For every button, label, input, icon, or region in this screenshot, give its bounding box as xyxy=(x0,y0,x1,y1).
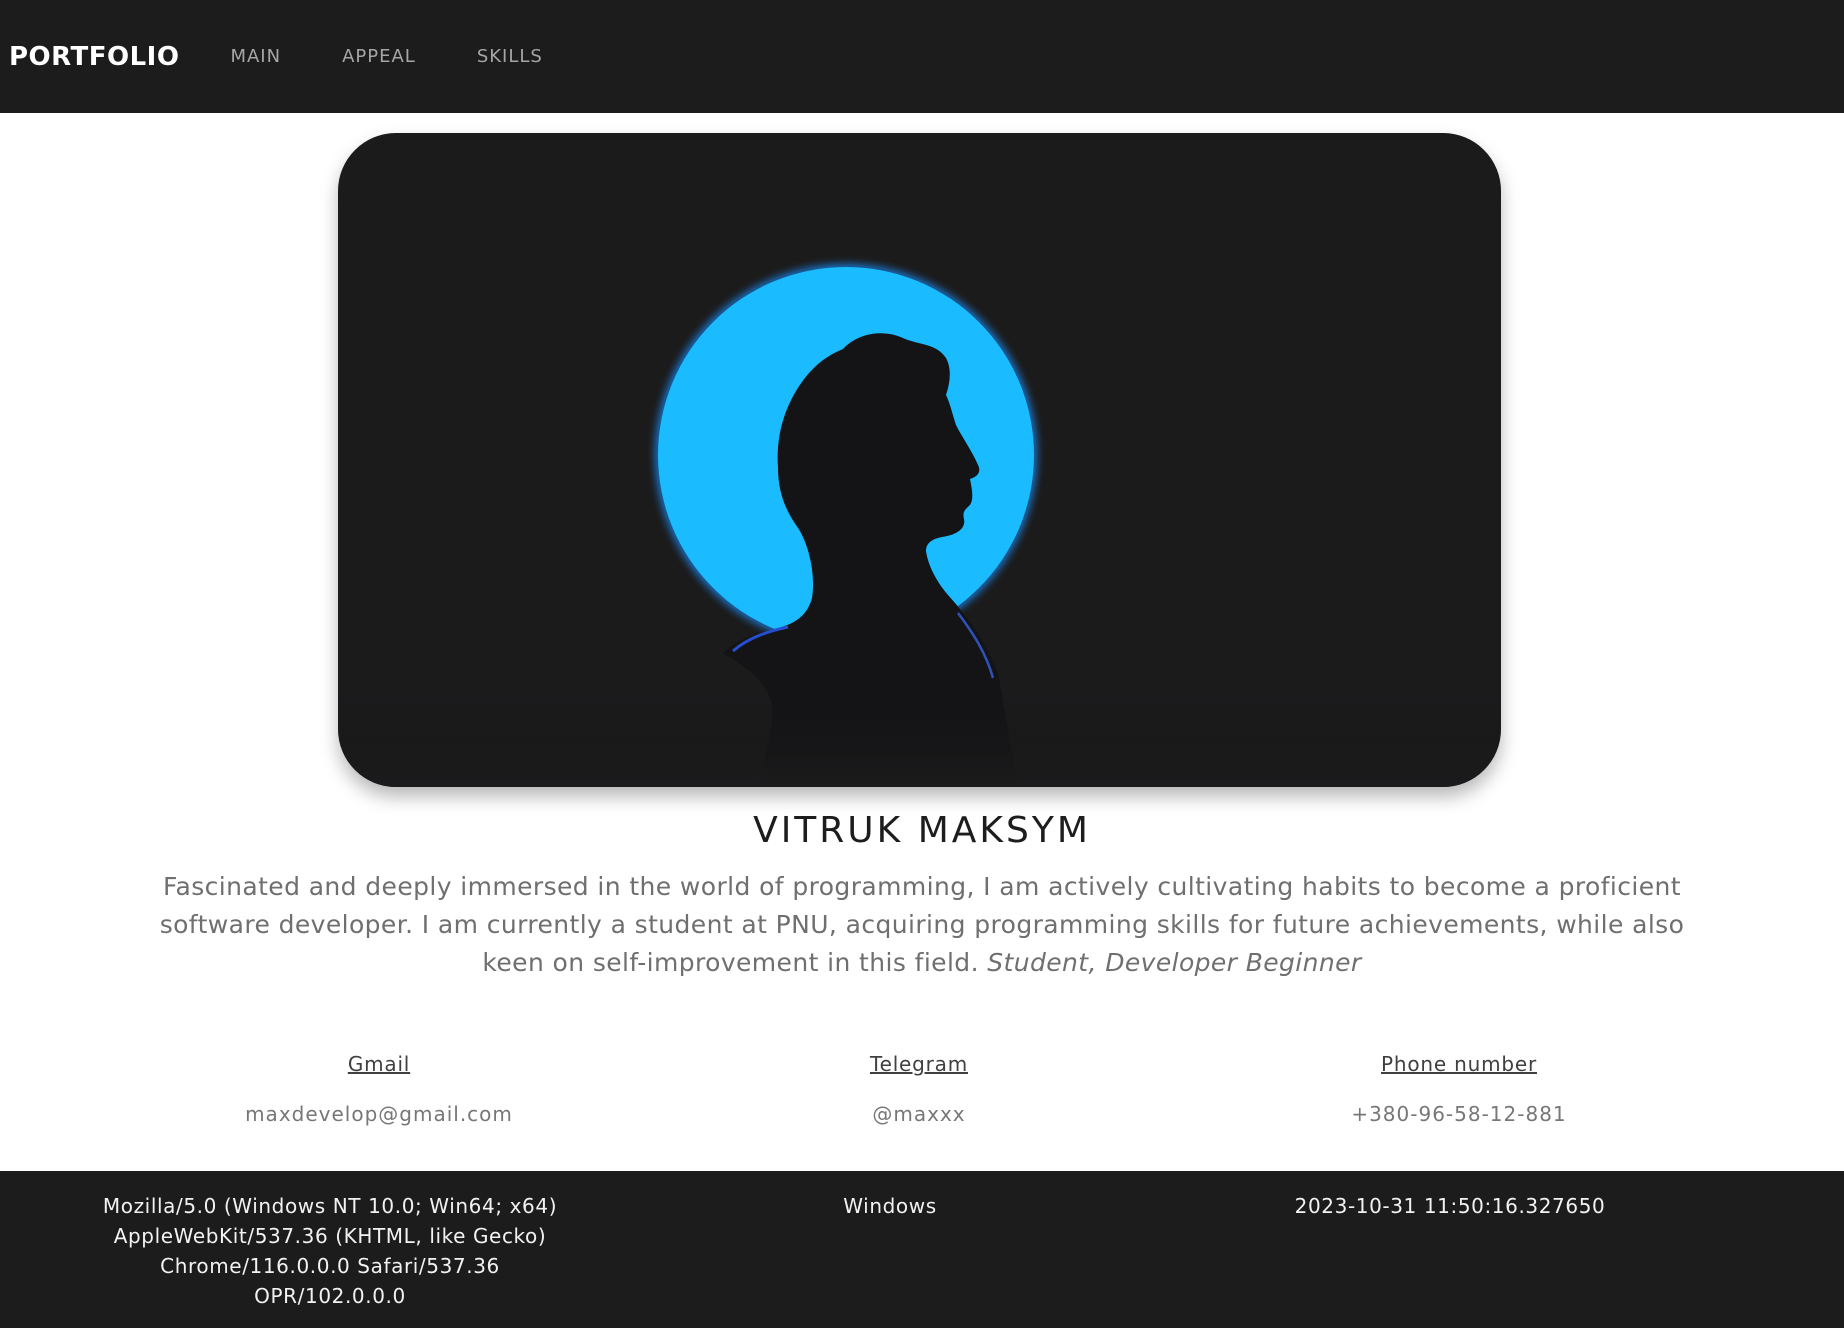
gmail-link[interactable]: Gmail xyxy=(348,1052,410,1076)
page: PORTFOLIO MAIN APPEAL SKILLS VITRUK MAKS… xyxy=(0,0,1844,1328)
profile-description-text: Fascinated and deeply immersed in the wo… xyxy=(159,872,1685,977)
nav-links: MAIN APPEAL SKILLS xyxy=(209,46,582,67)
contact-gmail: Gmail maxdevelop@gmail.com xyxy=(129,1052,629,1126)
telegram-link[interactable]: Telegram xyxy=(870,1052,968,1076)
contact-phone: Phone number +380-96-58-12-881 xyxy=(1209,1052,1709,1126)
phone-link[interactable]: Phone number xyxy=(1381,1052,1537,1076)
bottom-fade xyxy=(338,693,1501,787)
gmail-value: maxdevelop@gmail.com xyxy=(245,1102,513,1126)
footer-datetime: 2023-10-31 11:50:16.327650 xyxy=(1294,1194,1606,1218)
contact-telegram: Telegram @maxxx xyxy=(669,1052,1169,1126)
nav-link-main[interactable]: MAIN xyxy=(230,46,281,67)
footer-user-agent: Mozilla/5.0 (Windows NT 10.0; Win64; x64… xyxy=(102,1194,558,1308)
footer: Mozilla/5.0 (Windows NT 10.0; Win64; x64… xyxy=(0,1171,1844,1328)
nav-link-appeal[interactable]: APPEAL xyxy=(342,46,416,67)
brand-logo[interactable]: PORTFOLIO xyxy=(9,42,179,72)
silhouette-portrait-image xyxy=(338,255,1501,787)
nav-link-skills[interactable]: SKILLS xyxy=(477,46,543,67)
profile-description: Fascinated and deeply immersed in the wo… xyxy=(140,868,1704,982)
navbar: PORTFOLIO MAIN APPEAL SKILLS xyxy=(0,0,1844,113)
footer-os: Windows xyxy=(843,1194,937,1218)
phone-value: +380-96-58-12-881 xyxy=(1351,1102,1567,1126)
telegram-value: @maxxx xyxy=(872,1102,966,1126)
hero-image xyxy=(338,133,1501,787)
profile-tagline: Student, Developer Beginner xyxy=(987,948,1362,977)
profile-name: VITRUK MAKSYM xyxy=(753,810,1091,851)
